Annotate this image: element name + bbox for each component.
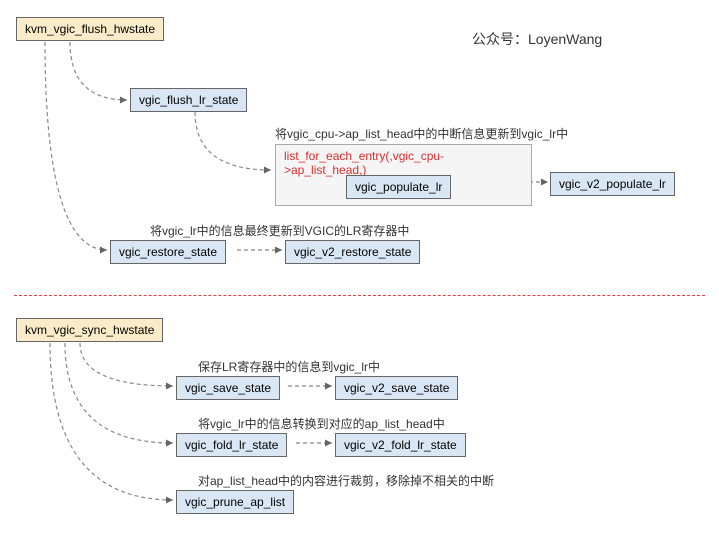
- flush-desc1: 将vgic_cpu->ap_list_head中的中断信息更新到vgic_lr中: [275, 125, 568, 142]
- flush-root: kvm_vgic_flush_hwstate: [16, 17, 164, 41]
- flush-lr-label: vgic_flush_lr_state: [139, 93, 238, 107]
- flush-root-label: kvm_vgic_flush_hwstate: [25, 22, 155, 36]
- v2-restore-label: vgic_v2_restore_state: [294, 245, 411, 259]
- watermark: 公众号：LoyenWang: [472, 29, 602, 49]
- v2-fold-node: vgic_v2_fold_lr_state: [335, 433, 466, 457]
- populate-node: vgic_populate_lr: [346, 175, 451, 199]
- v2-fold-label: vgic_v2_fold_lr_state: [344, 438, 457, 452]
- prune-label: vgic_prune_ap_list: [185, 495, 285, 509]
- loop-box: list_for_each_entry(,vgic_cpu->ap_list_h…: [275, 144, 532, 206]
- sync-desc1: 保存LR寄存器中的信息到vgic_lr中: [198, 358, 380, 375]
- flush-desc2: 将vgic_lr中的信息最终更新到VGIC的LR寄存器中: [150, 222, 409, 239]
- v2-save-node: vgic_v2_save_state: [335, 376, 458, 400]
- v2-restore-node: vgic_v2_restore_state: [285, 240, 420, 264]
- sync-root-label: kvm_vgic_sync_hwstate: [25, 323, 154, 337]
- fold-label: vgic_fold_lr_state: [185, 438, 278, 452]
- populate-label: vgic_populate_lr: [355, 180, 442, 194]
- flush-lr-node: vgic_flush_lr_state: [130, 88, 247, 112]
- divider: [14, 295, 705, 296]
- restore-node: vgic_restore_state: [110, 240, 226, 264]
- v2-populate-node: vgic_v2_populate_lr: [550, 172, 675, 196]
- v2-save-label: vgic_v2_save_state: [344, 381, 449, 395]
- prune-node: vgic_prune_ap_list: [176, 490, 294, 514]
- save-node: vgic_save_state: [176, 376, 280, 400]
- loop-code: list_for_each_entry(,vgic_cpu->ap_list_h…: [276, 145, 531, 177]
- save-label: vgic_save_state: [185, 381, 271, 395]
- sync-root: kvm_vgic_sync_hwstate: [16, 318, 163, 342]
- v2-populate-label: vgic_v2_populate_lr: [559, 177, 666, 191]
- restore-label: vgic_restore_state: [119, 245, 217, 259]
- sync-desc2: 将vgic_lr中的信息转换到对应的ap_list_head中: [198, 415, 445, 432]
- fold-node: vgic_fold_lr_state: [176, 433, 287, 457]
- sync-desc3: 对ap_list_head中的内容进行裁剪，移除掉不相关的中断: [198, 472, 494, 489]
